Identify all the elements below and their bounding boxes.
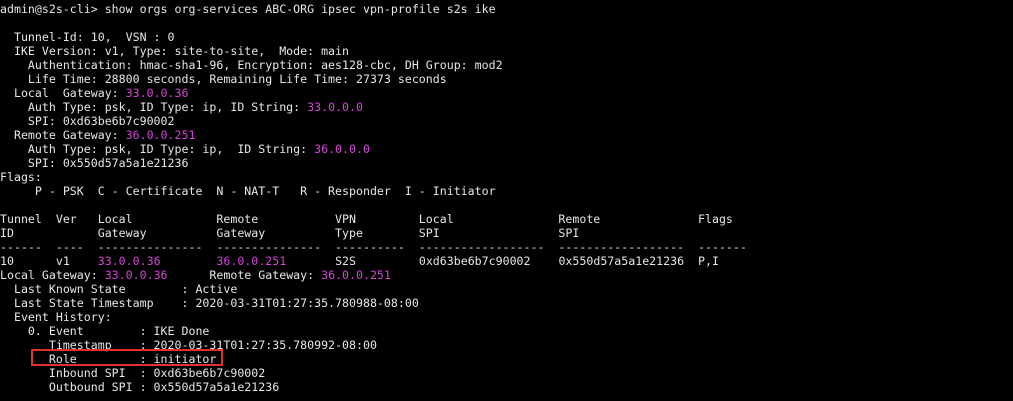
terminal-text: Auth Type: psk, ID Type: ip, ID String:: [0, 100, 308, 114]
ip-address-text: 33.0.0.0: [307, 100, 363, 114]
terminal-line: Flags:: [0, 170, 42, 184]
terminal-line: Event History:: [0, 310, 112, 324]
terminal-text: Local Gateway:: [0, 86, 126, 100]
terminal-text: Inbound SPI : 0xd63be6b7c90002: [0, 366, 266, 380]
terminal-line: Last State Timestamp : 2020-03-31T01:27:…: [0, 296, 419, 310]
terminal-line: Auth Type: psk, ID Type: ip, ID String: …: [0, 100, 363, 114]
terminal-line: Local Gateway: 33.0.0.36: [0, 86, 189, 100]
terminal-text: Flags:: [0, 170, 42, 184]
ip-address-text: 36.0.0.0: [314, 142, 370, 156]
terminal-line: 0. Event : IKE Done: [0, 324, 210, 338]
terminal-text: Remote Gateway:: [167, 268, 322, 282]
terminal-line: SPI: 0x550d57a5a1e21236: [0, 156, 189, 170]
ip-address-text: 33.0.0.36: [104, 268, 168, 282]
terminal-line: ------ ---- --------------- ------------…: [0, 240, 747, 254]
terminal-line: P - PSK C - Certificate N - NAT-T R - Re…: [0, 184, 496, 198]
terminal-line: Inbound SPI : 0xd63be6b7c90002: [0, 366, 265, 380]
terminal-line: Tunnel Ver Local Remote VPN Local Remote…: [0, 212, 733, 226]
terminal-line: Last Known State : Active: [0, 282, 237, 296]
terminal-text: IKE Version: v1, Type: site-to-site, Mod…: [0, 44, 350, 58]
terminal-text: Last Known State : Active: [0, 282, 238, 296]
terminal-line: Outbound SPI : 0x550d57a5a1e21236: [0, 380, 279, 394]
terminal-text: Last State Timestamp : 2020-03-31T01:27:…: [0, 296, 419, 310]
terminal-text: ID Gateway Gateway Type SPI SPI: [0, 226, 580, 240]
terminal-text: Auth Type: psk, ID Type: ip, ID String:: [0, 142, 315, 156]
terminal-text: SPI: 0xd63be6b7c90002: [0, 114, 175, 128]
terminal-line: Local Gateway: 33.0.0.36 Remote Gateway:…: [0, 268, 391, 282]
terminal-text: Tunnel-Id: 10, VSN : 0: [0, 30, 175, 44]
ip-address-text: 36.0.0.251: [216, 254, 287, 268]
terminal-line: ID Gateway Gateway Type SPI SPI: [0, 226, 579, 240]
ip-address-text: 36.0.0.251: [321, 268, 391, 282]
terminal-line: SPI: 0xd63be6b7c90002: [0, 114, 175, 128]
terminal-text: Event History:: [0, 310, 112, 324]
terminal-line: Life Time: 28800 seconds, Remaining Life…: [0, 72, 447, 86]
terminal-text: Life Time: 28800 seconds, Remaining Life…: [0, 72, 447, 86]
terminal-text: Tunnel Ver Local Remote VPN Local Remote…: [0, 212, 733, 226]
terminal-text: Outbound SPI : 0x550d57a5a1e21236: [0, 380, 280, 394]
terminal-line: admin@s2s-cli> show orgs org-services AB…: [0, 2, 496, 16]
ip-address-text: 33.0.0.36: [125, 86, 189, 100]
terminal-line: IKE Version: v1, Type: site-to-site, Mod…: [0, 44, 349, 58]
role-highlight-box: [31, 349, 223, 366]
terminal-line: Remote Gateway: 36.0.0.251: [0, 128, 196, 142]
terminal-line: Authentication: hmac-sha1-96, Encryption…: [0, 58, 503, 72]
terminal-text: admin@s2s-cli> show orgs org-services AB…: [0, 2, 496, 16]
terminal-text: Local Gateway:: [0, 268, 105, 282]
terminal-window[interactable]: admin@s2s-cli> show orgs org-services AB…: [0, 0, 1013, 401]
terminal-text: 10 v1: [0, 254, 98, 268]
terminal-line: Tunnel-Id: 10, VSN : 0: [0, 30, 175, 44]
terminal-line: Auth Type: psk, ID Type: ip, ID String: …: [0, 142, 370, 156]
terminal-text: S2S 0xd63be6b7c90002 0x550d57a5a1e21236 …: [286, 254, 719, 268]
terminal-text: Remote Gateway:: [0, 128, 126, 142]
ip-address-text: 33.0.0.36: [97, 254, 161, 268]
terminal-text: Authentication: hmac-sha1-96, Encryption…: [0, 58, 503, 72]
terminal-line: 10 v1 33.0.0.36 36.0.0.251 S2S 0xd63be6b…: [0, 254, 719, 268]
ip-address-text: 36.0.0.251: [125, 128, 196, 142]
terminal-text: P - PSK C - Certificate N - NAT-T R - Re…: [0, 184, 496, 198]
terminal-text: ------ ---- --------------- ------------…: [0, 240, 747, 254]
terminal-text: SPI: 0x550d57a5a1e21236: [0, 156, 189, 170]
terminal-text: 0. Event : IKE Done: [0, 324, 210, 338]
